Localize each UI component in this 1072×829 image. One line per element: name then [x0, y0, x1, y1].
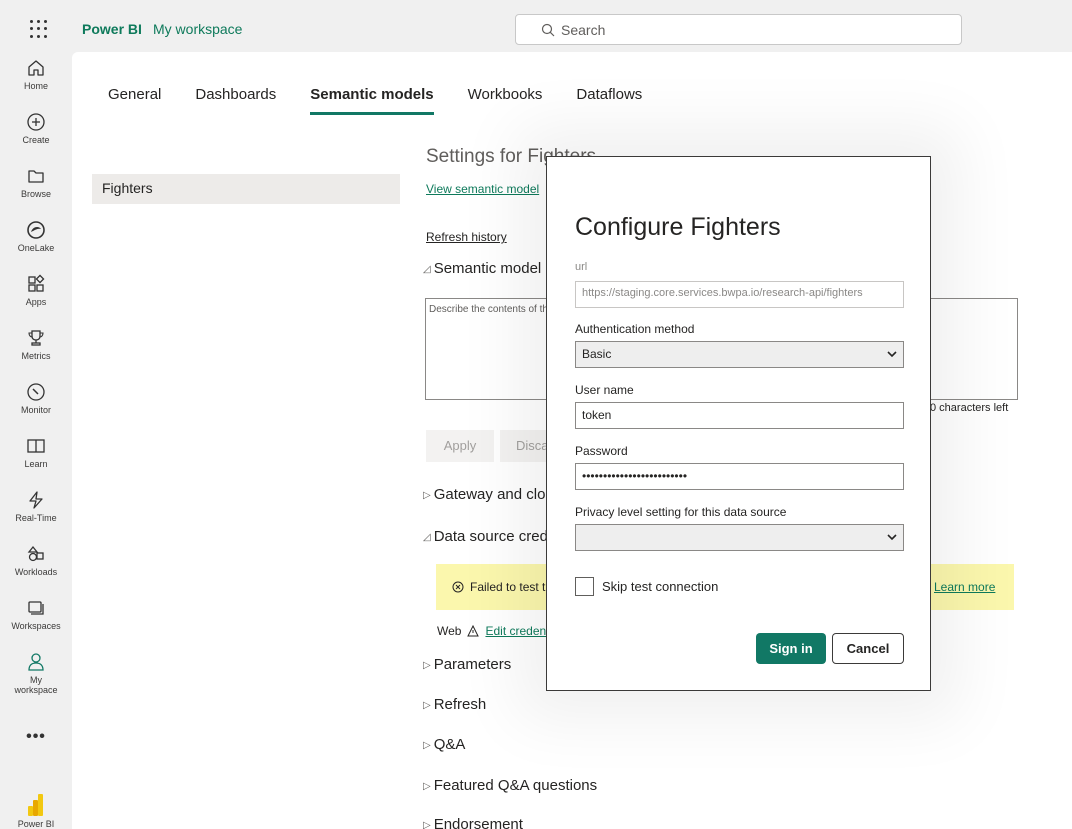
collapsed-triangle-icon: ▷ [423, 490, 431, 501]
section-endorsement[interactable]: ▷ Endorsement [423, 816, 523, 829]
warning-triangle-icon [467, 625, 480, 637]
search-placeholder: Search [561, 22, 606, 38]
view-semantic-model-link[interactable]: View semantic model [426, 182, 539, 196]
cancel-button[interactable]: Cancel [832, 633, 904, 664]
username-field[interactable]: token [575, 402, 904, 429]
privacy-level-label: Privacy level setting for this data sour… [575, 505, 787, 519]
model-list-item[interactable]: Fighters [92, 174, 400, 204]
tab-dashboards[interactable]: Dashboards [195, 86, 276, 115]
auth-method-select[interactable]: Basic [575, 341, 904, 368]
workspace-breadcrumb[interactable]: My workspace [153, 21, 242, 37]
refresh-history-link[interactable]: Refresh history [426, 230, 507, 244]
powerbi-logo-icon [28, 794, 43, 816]
privacy-level-select[interactable] [575, 524, 904, 551]
learn-more-link[interactable]: Learn more [934, 580, 995, 594]
password-label: Password [575, 444, 628, 458]
nav-onelake[interactable]: OneLake [0, 220, 72, 253]
nav-monitor[interactable]: Monitor [0, 382, 72, 415]
skip-test-label[interactable]: Skip test connection [602, 579, 718, 594]
settings-tabs: General Dashboards Semantic models Workb… [108, 86, 676, 115]
nav-home[interactable]: Home [0, 58, 72, 91]
tab-general[interactable]: General [108, 86, 161, 115]
auth-method-label: Authentication method [575, 322, 695, 336]
username-label: User name [575, 383, 634, 397]
error-circle-icon [452, 581, 464, 593]
top-bar: Power BI My workspace Search [0, 0, 1072, 58]
nav-my-workspace[interactable]: My workspace [0, 652, 72, 695]
chevron-down-icon [887, 534, 897, 541]
section-parameters[interactable]: ▷ Parameters [423, 656, 511, 673]
onelake-icon [27, 221, 45, 239]
expanded-triangle-icon: ◿ [423, 532, 431, 543]
nav-realtime[interactable]: Real-Time [0, 490, 72, 523]
workloads-icon [27, 545, 44, 562]
section-featured-qna[interactable]: ▷ Featured Q&A questions [423, 777, 597, 794]
nav-metrics[interactable]: Metrics [0, 328, 72, 361]
tab-workbooks[interactable]: Workbooks [468, 86, 543, 115]
plus-circle-icon [27, 113, 45, 131]
web-label: Web [437, 624, 462, 638]
powerbi-switcher[interactable]: Power BI [0, 794, 72, 829]
apply-button[interactable]: Apply [426, 430, 494, 462]
skip-test-checkbox[interactable] [575, 577, 594, 596]
collapsed-triangle-icon: ▷ [423, 700, 431, 711]
nav-browse[interactable]: Browse [0, 166, 72, 199]
expanded-triangle-icon: ◿ [423, 264, 431, 275]
monitor-icon [27, 383, 45, 401]
password-field[interactable]: ••••••••••••••••••••••••• [575, 463, 904, 490]
book-icon [27, 439, 45, 453]
tab-semantic-models[interactable]: Semantic models [310, 86, 435, 115]
apps-icon [28, 274, 45, 292]
trophy-icon [28, 330, 44, 346]
sign-in-button[interactable]: Sign in [756, 633, 826, 664]
section-refresh[interactable]: ▷ Refresh [423, 696, 486, 713]
brand-link[interactable]: Power BI [82, 21, 142, 37]
app-launcher-icon[interactable] [30, 20, 48, 38]
workspaces-icon [28, 601, 44, 615]
nav-workspaces[interactable]: Workspaces [0, 598, 72, 631]
folder-icon [28, 170, 44, 183]
chars-left-counter: 0 characters left [930, 402, 1009, 414]
collapsed-triangle-icon: ▷ [423, 740, 431, 751]
url-label: url [575, 261, 588, 273]
more-icon[interactable]: ••• [0, 728, 72, 746]
person-icon [28, 653, 44, 671]
home-icon [28, 60, 44, 76]
collapsed-triangle-icon: ▷ [423, 660, 431, 671]
configure-dialog: Configure Fighters url https://staging.c… [546, 156, 931, 691]
chevron-down-icon [887, 351, 897, 358]
nav-create[interactable]: Create [0, 112, 72, 145]
dialog-title: Configure Fighters [575, 213, 781, 241]
url-field: https://staging.core.services.bwpa.io/re… [575, 281, 904, 308]
tab-dataflows[interactable]: Dataflows [576, 86, 642, 115]
nav-learn[interactable]: Learn [0, 436, 72, 469]
collapsed-triangle-icon: ▷ [423, 820, 431, 829]
nav-apps[interactable]: Apps [0, 274, 72, 307]
search-icon [541, 23, 555, 37]
section-qna[interactable]: ▷ Q&A [423, 736, 465, 753]
lightning-icon [29, 491, 43, 509]
search-input[interactable]: Search [515, 14, 962, 45]
nav-workloads[interactable]: Workloads [0, 544, 72, 577]
left-nav: Home Create Browse OneLake Apps Metrics … [0, 52, 72, 829]
collapsed-triangle-icon: ▷ [423, 781, 431, 792]
